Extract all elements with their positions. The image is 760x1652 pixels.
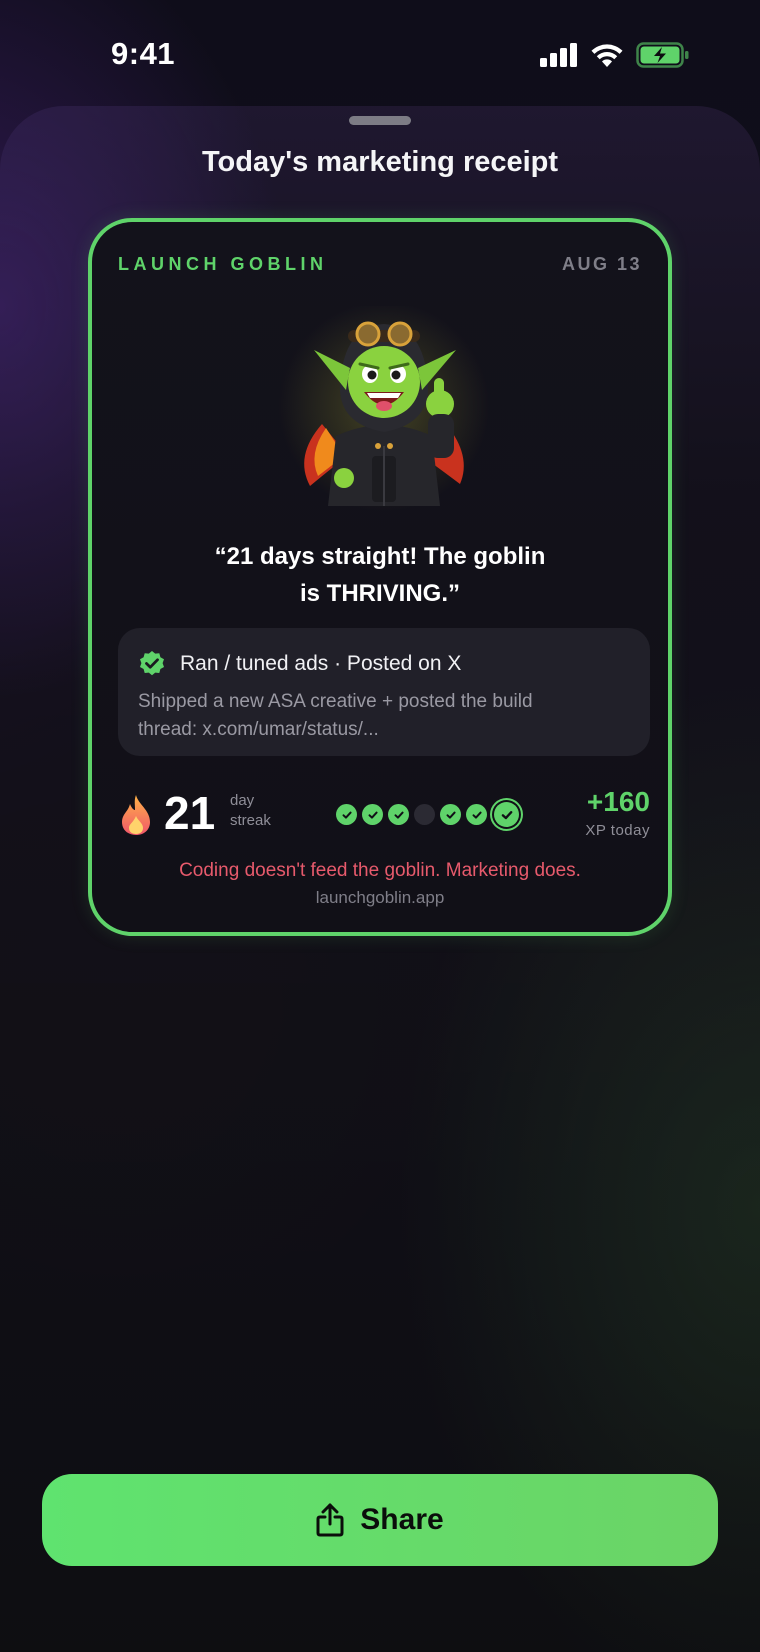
week-day-dot-1-done (336, 804, 357, 825)
week-day-dot-2-done (362, 804, 383, 825)
stats-row: 21 day streak +160 XP today (118, 786, 650, 842)
week-day-dot-4-miss (414, 804, 435, 825)
share-button[interactable]: Share (42, 1474, 718, 1566)
flame-icon (122, 795, 150, 835)
quote-line-1: “21 days straight! The goblin (214, 543, 546, 570)
app-url: launchgoblin.app (315, 888, 445, 907)
sheet-title: Today's marketing receipt (201, 146, 559, 178)
activity-description: Shipped a new ASA creative + posted the … (138, 688, 628, 744)
xp-label: XP today (585, 822, 650, 839)
status-bar: 9:41 (0, 0, 760, 100)
week-day-dot-7-today (494, 802, 519, 827)
verified-check-icon (140, 651, 164, 676)
share-icon (316, 1503, 344, 1537)
wifi-icon (591, 43, 623, 67)
activity-description-line-2: thread: x.com/umar/status/... (138, 719, 379, 740)
streak-count: 21 (164, 787, 216, 839)
sheet-grabber[interactable] (349, 116, 411, 125)
status-time: 9:41 (111, 36, 176, 71)
receipt-date: AUG 13 (561, 254, 642, 274)
battery-charging-icon (636, 42, 689, 68)
receipt-card: LAUNCH GOBLIN AUG 13 “21 days straight! … (88, 218, 672, 936)
goblin-quote: “21 days straight! The goblin is THRIVIN… (152, 538, 608, 612)
receipt-sheet: Today's marketing receipt LAUNCH GOBLIN … (0, 106, 760, 1652)
activity-description-line-1: Shipped a new ASA creative + posted the … (138, 691, 533, 712)
activity-summary: Ran / tuned ads · Posted on X Shipped a … (118, 628, 650, 756)
share-button-label: Share (360, 1503, 444, 1536)
streak-label-streak: streak (230, 812, 271, 829)
tagline: Coding doesn't feed the goblin. Marketin… (179, 860, 581, 881)
activity-title: Ran / tuned ads · Posted on X (180, 652, 462, 675)
xp-value: +160 (586, 786, 650, 817)
week-day-dot-5-done (440, 804, 461, 825)
cellular-signal-icon (540, 43, 577, 67)
week-day-dot-6-done (466, 804, 487, 825)
week-day-dot-3-done (388, 804, 409, 825)
status-icons (540, 42, 690, 68)
streak-label-day: day (230, 792, 255, 809)
week-progress (336, 802, 519, 827)
goblin-mascot-icon (264, 306, 504, 516)
quote-line-2: is THRIVING.” (299, 580, 461, 607)
brand-name: LAUNCH GOBLIN (118, 254, 328, 274)
